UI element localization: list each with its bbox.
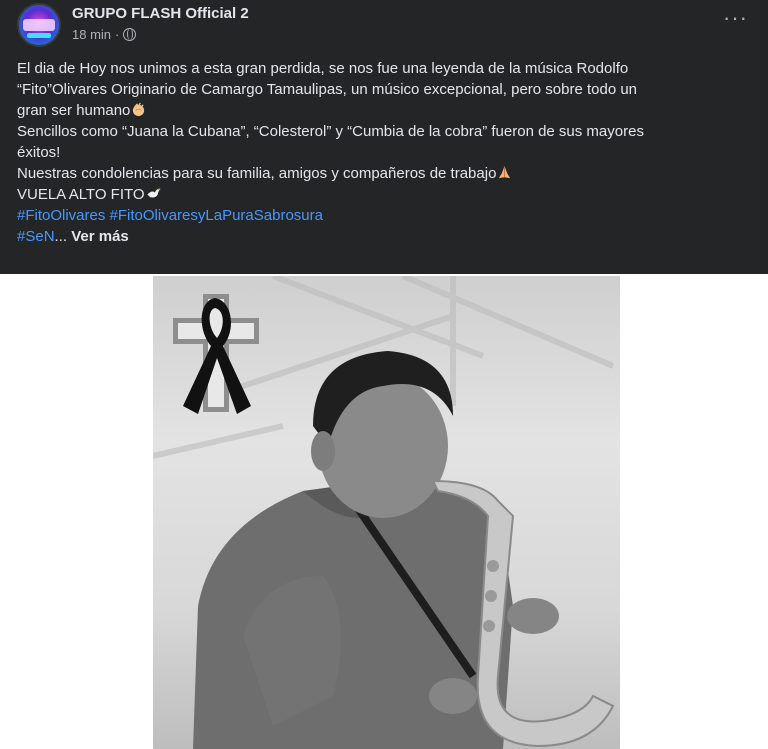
see-more-link[interactable]: Ver más	[71, 228, 129, 245]
musician-figure	[193, 351, 615, 749]
avatar-logo-bar	[27, 33, 51, 38]
page-avatar[interactable]	[17, 3, 61, 47]
post-photo[interactable]	[153, 276, 620, 749]
post-body: El dia de Hoy nos unimos a esta gran per…	[17, 58, 757, 247]
body-line: Nuestras condolencias para su familia, a…	[17, 163, 757, 184]
clapping-hands-icon	[133, 102, 145, 117]
body-line: “Fito”Olivares Originario de Camargo Tam…	[17, 81, 638, 98]
meta-separator: ·	[115, 27, 120, 42]
hashtag-link[interactable]: #FitoOlivares	[17, 207, 105, 224]
hashtag-link[interactable]: #SeN	[17, 228, 55, 245]
ellipsis: ...	[54, 228, 68, 245]
post-time[interactable]: 18 min	[72, 27, 111, 42]
truncated-line: #SeN... Ver más	[17, 226, 757, 247]
body-line-text: Nuestras condolencias para su familia, a…	[17, 165, 497, 182]
body-line-text: gran ser humano	[17, 102, 131, 119]
globe-icon[interactable]	[123, 28, 137, 41]
hashtag-line: #FitoOlivares #FitoOlivaresyLaPuraSabros…	[17, 205, 757, 226]
body-line: éxitos!	[17, 144, 61, 161]
praying-hands-icon	[499, 165, 511, 179]
hashtag-link[interactable]: #FitoOlivaresyLaPuraSabrosura	[110, 207, 323, 224]
avatar-logo-shape	[23, 19, 55, 31]
post-author-name[interactable]: GRUPO FLASH Official 2	[72, 5, 249, 22]
more-options-icon[interactable]: ···	[723, 7, 748, 29]
dove-icon	[147, 188, 161, 198]
body-line: El dia de Hoy nos unimos a esta gran per…	[17, 60, 629, 77]
body-line: VUELA ALTO FITO	[17, 184, 757, 205]
post-meta: 18 min ·	[72, 27, 137, 42]
body-line: Sencillos como “Juana la Cubana”, “Coles…	[17, 123, 644, 140]
body-line-text: VUELA ALTO FITO	[17, 186, 145, 203]
facebook-post: GRUPO FLASH Official 2 18 min · ··· El d…	[0, 0, 768, 274]
memorial-photo-illustration	[153, 276, 615, 749]
body-line: gran ser humano	[17, 100, 757, 121]
